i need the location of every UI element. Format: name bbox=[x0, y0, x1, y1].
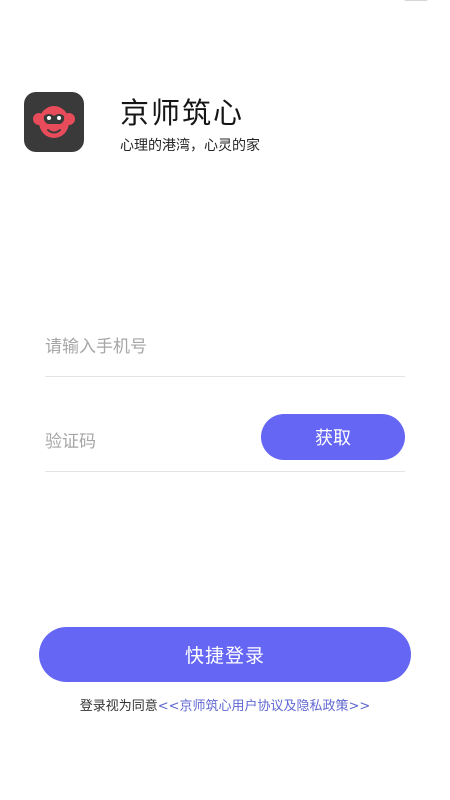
quick-login-button[interactable]: 快捷登录 bbox=[39, 627, 411, 682]
agreement-prefix: 登录视为同意 bbox=[79, 699, 158, 714]
app-name: 京师筑心 bbox=[120, 96, 245, 130]
get-code-button[interactable]: 获取 bbox=[261, 414, 405, 460]
user-agreement-link[interactable]: <<京师筑心用户协议及隐私政策>> bbox=[158, 699, 371, 714]
agreement-text: 登录视为同意<<京师筑心用户协议及隐私政策>> bbox=[0, 695, 450, 714]
status-bar-right-fragment bbox=[404, 0, 428, 1]
app-slogan: 心理的港湾，心灵的家 bbox=[120, 138, 260, 154]
app-logo bbox=[24, 92, 84, 152]
verification-code-field: 获取 bbox=[45, 412, 405, 472]
verification-code-input[interactable] bbox=[45, 431, 245, 452]
phone-input[interactable] bbox=[45, 336, 245, 357]
monkey-face-icon bbox=[33, 106, 75, 138]
phone-field bbox=[45, 317, 405, 377]
